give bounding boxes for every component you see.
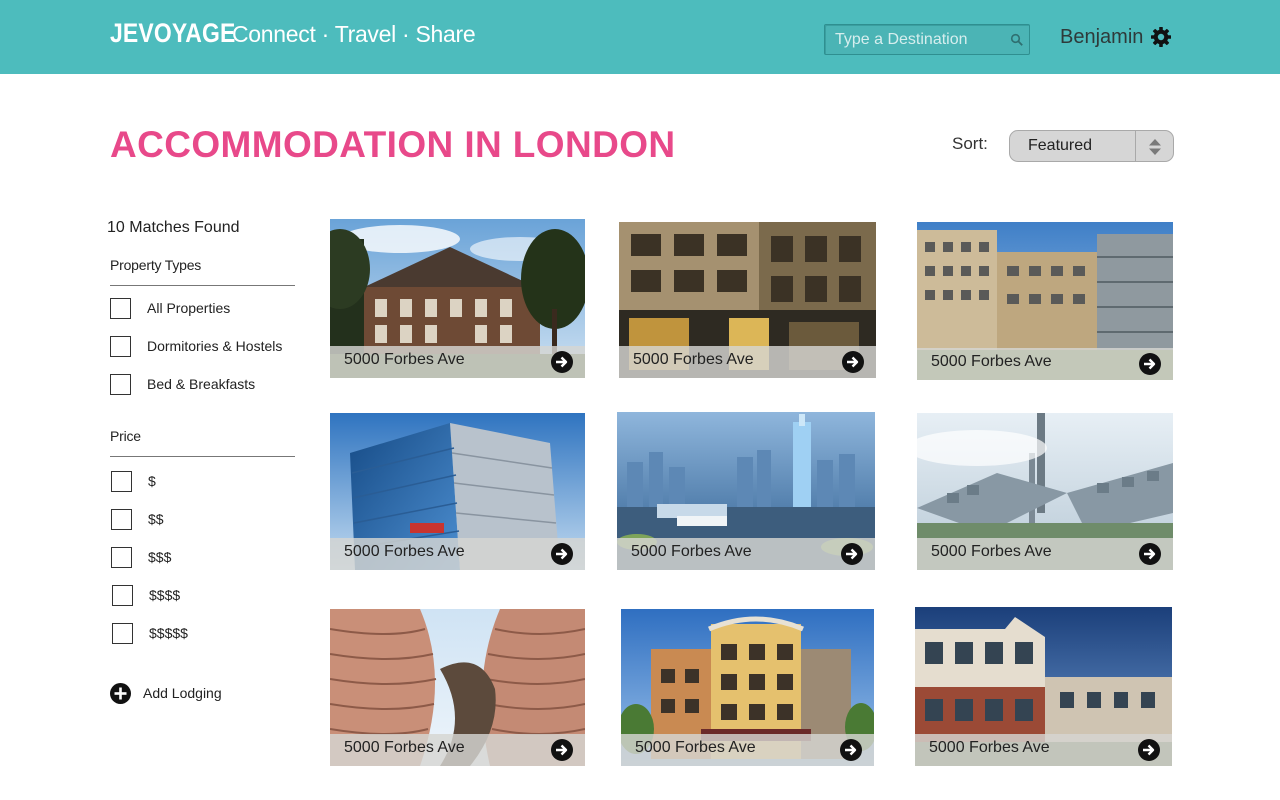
sort-divider [1135,131,1136,161]
listing-caption: 5000 Forbes Ave [617,538,875,570]
arrow-right-circle-icon[interactable] [551,543,573,565]
gear-icon[interactable] [1150,26,1172,48]
user-name-link[interactable]: Benjamin [1060,26,1143,49]
listing-address[interactable]: 5000 Forbes Ave [344,351,465,369]
listing-address[interactable]: 5000 Forbes Ave [929,739,1050,757]
listing-card[interactable]: 5000 Forbes Ave [917,222,1173,380]
listing-caption: 5000 Forbes Ave [917,348,1173,380]
filter-bed-breakfasts[interactable]: Bed & Breakfasts [110,373,255,395]
checkbox[interactable] [111,546,132,568]
checkbox[interactable] [110,373,131,395]
matches-count: 10 Matches Found [107,219,240,236]
arrow-right-circle-icon[interactable] [1139,353,1161,375]
listing-card[interactable]: 5000 Forbes Ave [330,413,585,570]
listing-caption: 5000 Forbes Ave [330,538,585,570]
listing-card[interactable]: 5000 Forbes Ave [330,219,585,378]
arrow-right-circle-icon[interactable] [1138,739,1160,761]
add-lodging-label: Add Lodging [143,685,222,701]
checkbox[interactable] [111,470,132,492]
filter-price-3[interactable]: $$$ [111,546,171,568]
arrow-right-circle-icon[interactable] [841,543,863,565]
arrow-right-circle-icon[interactable] [551,351,573,373]
arrow-right-circle-icon[interactable] [842,351,864,373]
price-heading: Price [110,428,141,444]
search-box [824,24,1030,55]
checkbox-label: Dormitories & Hostels [147,338,283,354]
page-title: ACCOMMODATION IN LONDON [110,124,676,165]
checkbox-label: $$$$ [149,587,181,603]
filter-price-1[interactable]: $ [111,470,156,492]
filter-all-properties[interactable]: All Properties [110,297,230,319]
listing-address[interactable]: 5000 Forbes Ave [931,543,1052,561]
plus-circle-icon[interactable] [110,682,131,704]
section-divider [110,285,295,286]
listing-caption: 5000 Forbes Ave [917,538,1173,570]
checkbox-label: Bed & Breakfasts [147,376,256,392]
property-types-heading: Property Types [110,257,202,273]
listing-caption: 5000 Forbes Ave [330,346,585,378]
filter-dormitories-hostels[interactable]: Dormitories & Hostels [110,335,282,357]
listing-address[interactable]: 5000 Forbes Ave [344,739,465,757]
arrow-right-circle-icon[interactable] [840,739,862,761]
sort-label: Sort: [952,134,988,153]
checkbox-label: $$$$$ [149,625,188,641]
checkbox[interactable] [111,508,132,530]
arrow-right-circle-icon[interactable] [551,739,573,761]
listing-card[interactable]: 5000 Forbes Ave [619,222,876,378]
sort-dropdown[interactable]: Featured [1009,130,1174,162]
section-divider [110,456,295,457]
filter-price-4[interactable]: $$$$ [112,584,180,606]
sort-selected-value: Featured [1028,137,1093,154]
search-icon[interactable] [1010,33,1024,47]
checkbox-label: $$$ [148,549,172,565]
add-lodging-button[interactable]: Add Lodging [110,682,222,704]
listing-address[interactable]: 5000 Forbes Ave [344,543,465,561]
listing-address[interactable]: 5000 Forbes Ave [633,351,754,369]
listing-caption: 5000 Forbes Ave [619,346,876,378]
listing-caption: 5000 Forbes Ave [915,734,1172,766]
filter-price-5[interactable]: $$$$$ [112,622,188,644]
filter-price-2[interactable]: $$ [111,508,164,530]
checkbox-label: $$ [148,511,164,527]
tagline: Connect · Travel · Share [232,21,476,47]
checkbox-label: All Properties [147,300,231,316]
brand: JEVOYAGE Connect · Travel · Share [110,18,476,58]
checkbox-label: $ [148,473,156,489]
destination-search-input[interactable] [835,29,1005,51]
listing-address[interactable]: 5000 Forbes Ave [931,353,1052,371]
listing-card[interactable]: 5000 Forbes Ave [330,609,585,766]
checkbox[interactable] [112,584,133,606]
logo[interactable]: JEVOYAGE [110,18,235,49]
listing-card[interactable]: 5000 Forbes Ave [621,609,874,766]
listing-caption: 5000 Forbes Ave [621,734,874,766]
checkbox[interactable] [110,335,131,357]
listing-address[interactable]: 5000 Forbes Ave [635,739,756,757]
listing-card[interactable]: 5000 Forbes Ave [917,413,1173,570]
checkbox[interactable] [112,622,133,644]
listing-card[interactable]: 5000 Forbes Ave [617,412,875,570]
arrow-right-circle-icon[interactable] [1139,543,1161,565]
listing-caption: 5000 Forbes Ave [330,734,585,766]
listing-card[interactable]: 5000 Forbes Ave [915,607,1172,766]
top-navigation-bar: JEVOYAGE Connect · Travel · Share Benjam… [0,0,1280,74]
up-down-arrows-icon [1149,139,1161,155]
listing-address[interactable]: 5000 Forbes Ave [631,543,752,561]
checkbox[interactable] [110,297,131,319]
